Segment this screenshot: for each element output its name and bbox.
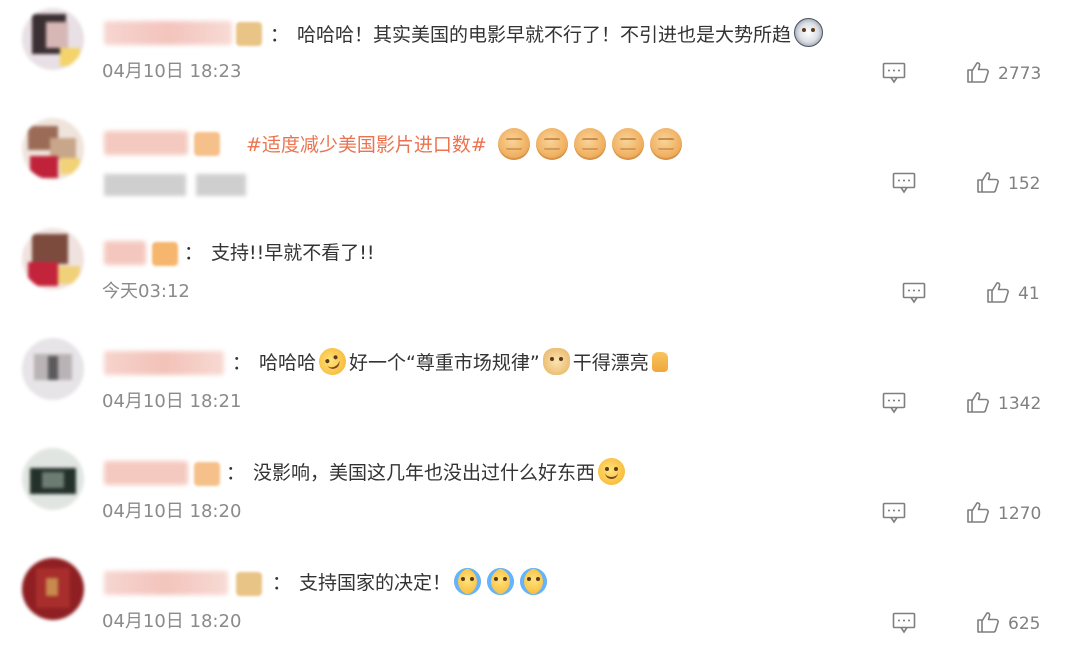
like-count: 625 (1008, 614, 1041, 634)
yum-emoji-icon (598, 458, 626, 485)
crying-emoji-icon (454, 568, 482, 595)
like-count: 1342 (998, 394, 1042, 414)
comment-time-redacted (104, 174, 186, 196)
user-avatar[interactable] (22, 558, 84, 620)
comment-item: ：支持!!早就不看了!! 今天03:12 41 (0, 220, 1080, 330)
username[interactable] (104, 571, 228, 595)
doge-emoji-icon (542, 348, 570, 375)
comment-time: 今天03:12 (102, 281, 190, 302)
comment-item: ：支持国家的决定！ 04月10日 18:20 625 (0, 550, 1080, 660)
crying-emoji-icon (520, 568, 548, 595)
user-badge-icon (194, 132, 220, 156)
like-icon[interactable] (976, 610, 1000, 634)
comment-time: 04月10日 18:23 (102, 61, 242, 82)
crying-emoji-icon (487, 568, 515, 595)
username[interactable] (104, 351, 224, 375)
user-avatar[interactable] (22, 118, 84, 180)
reply-icon[interactable] (892, 612, 916, 634)
comment-text: ：支持!!早就不看了!! (184, 242, 375, 264)
username[interactable] (104, 21, 232, 45)
comment-time-redacted (196, 174, 246, 196)
comment-item: #适度减少美国影片进口数# 152 (0, 110, 1080, 220)
comment-text: ：支持国家的决定！ (272, 568, 550, 598)
username[interactable] (104, 131, 188, 155)
like-icon[interactable] (966, 500, 990, 524)
husky-emoji-icon (794, 18, 824, 47)
rofl-emoji-icon (314, 343, 351, 380)
reply-icon[interactable] (882, 502, 906, 524)
user-avatar[interactable] (22, 8, 84, 70)
reply-icon[interactable] (882, 392, 906, 414)
fist-emoji-icon (573, 128, 606, 160)
fist-emoji-icon (611, 128, 644, 160)
comment-text: ：哈哈哈 好一个“尊重市场规律” 干得漂亮 (232, 343, 671, 380)
like-icon[interactable] (966, 60, 990, 84)
user-avatar[interactable] (22, 228, 84, 290)
reply-icon[interactable] (902, 282, 926, 304)
comment-time: 04月10日 18:20 (102, 501, 242, 522)
comment-text: ：没影响，美国这几年也没出过什么好东西 (226, 458, 628, 488)
user-avatar[interactable] (22, 448, 84, 510)
comment-time: 04月10日 18:20 (102, 611, 242, 632)
user-badge-icon (236, 572, 262, 596)
comment-item: ：哈哈哈！其实美国的电影早就不行了！不引进也是大势所趋 04月10日 18:23… (0, 0, 1080, 110)
hashtag-link[interactable]: #适度减少美国影片进口数# (246, 134, 487, 156)
thumbs-up-emoji-icon (651, 352, 668, 372)
comment-text: #适度减少美国影片进口数# (246, 128, 685, 160)
like-icon[interactable] (976, 170, 1000, 194)
comment-item: ：哈哈哈 好一个“尊重市场规律” 干得漂亮 04月10日 18:21 1342 (0, 330, 1080, 440)
reply-icon[interactable] (882, 62, 906, 84)
like-count: 41 (1018, 284, 1040, 304)
like-count: 2773 (998, 64, 1042, 84)
like-icon[interactable] (986, 280, 1010, 304)
user-avatar[interactable] (22, 338, 84, 400)
user-badge-icon (152, 242, 178, 266)
like-count: 152 (1008, 174, 1041, 194)
like-icon[interactable] (966, 390, 990, 414)
like-count: 1270 (998, 504, 1042, 524)
user-badge-icon (194, 462, 220, 486)
username[interactable] (104, 241, 146, 265)
reply-icon[interactable] (892, 172, 916, 194)
fist-emoji-icon (535, 128, 568, 160)
user-badge-icon (236, 22, 262, 46)
comment-time: 04月10日 18:21 (102, 391, 242, 412)
username[interactable] (104, 461, 188, 485)
fist-emoji-icon (497, 128, 530, 160)
comment-item: ：没影响，美国这几年也没出过什么好东西 04月10日 18:20 1270 (0, 440, 1080, 550)
fist-emoji-icon (649, 128, 682, 160)
comment-text: ：哈哈哈！其实美国的电影早就不行了！不引进也是大势所趋 (270, 18, 826, 50)
